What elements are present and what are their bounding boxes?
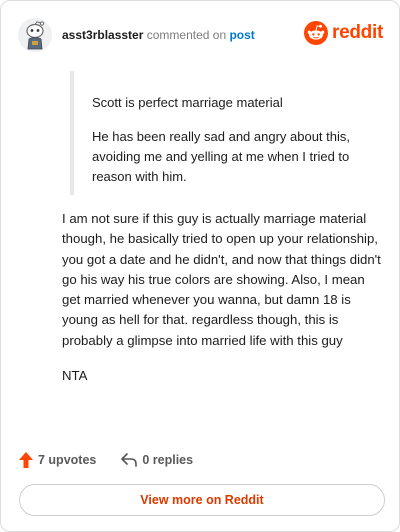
comment-header: asst3rblasster commented on post reddit bbox=[18, 15, 383, 55]
upvote-count: 7 upvotes bbox=[38, 453, 97, 467]
view-more-button[interactable]: View more on Reddit bbox=[19, 484, 385, 516]
post-link[interactable]: post bbox=[229, 28, 254, 42]
comment-footer: 7 upvotes 0 replies bbox=[18, 449, 193, 471]
reddit-wordmark: reddit bbox=[332, 22, 383, 43]
comment-meta: asst3rblasster commented on post bbox=[62, 27, 255, 43]
replies-button[interactable]: 0 replies bbox=[120, 452, 193, 468]
username[interactable]: asst3rblasster bbox=[62, 28, 143, 42]
snoo-avatar-icon bbox=[26, 21, 45, 50]
user-avatar[interactable] bbox=[18, 18, 52, 52]
reply-count: 0 replies bbox=[142, 453, 194, 467]
reply-arrow-icon bbox=[121, 453, 138, 467]
embedded-comment-card: asst3rblasster commented on post reddit … bbox=[0, 0, 400, 532]
action-text: commented on bbox=[146, 28, 227, 42]
quoted-text: Scott is perfect marriage material He ha… bbox=[70, 71, 370, 195]
quote-paragraph: Scott is perfect marriage material bbox=[92, 95, 283, 110]
upvote-button[interactable]: 7 upvotes bbox=[18, 451, 96, 469]
comment-paragraph: NTA bbox=[62, 368, 88, 384]
comment-body: I am not sure if this guy is actually ma… bbox=[62, 209, 382, 386]
reddit-logo[interactable]: reddit bbox=[304, 21, 383, 45]
upvote-arrow-icon bbox=[19, 452, 33, 468]
comment-paragraph: I am not sure if this guy is actually ma… bbox=[62, 211, 381, 348]
quote-paragraph: He has been really sad and angry about t… bbox=[92, 129, 351, 184]
reddit-snoo-icon bbox=[304, 21, 329, 45]
